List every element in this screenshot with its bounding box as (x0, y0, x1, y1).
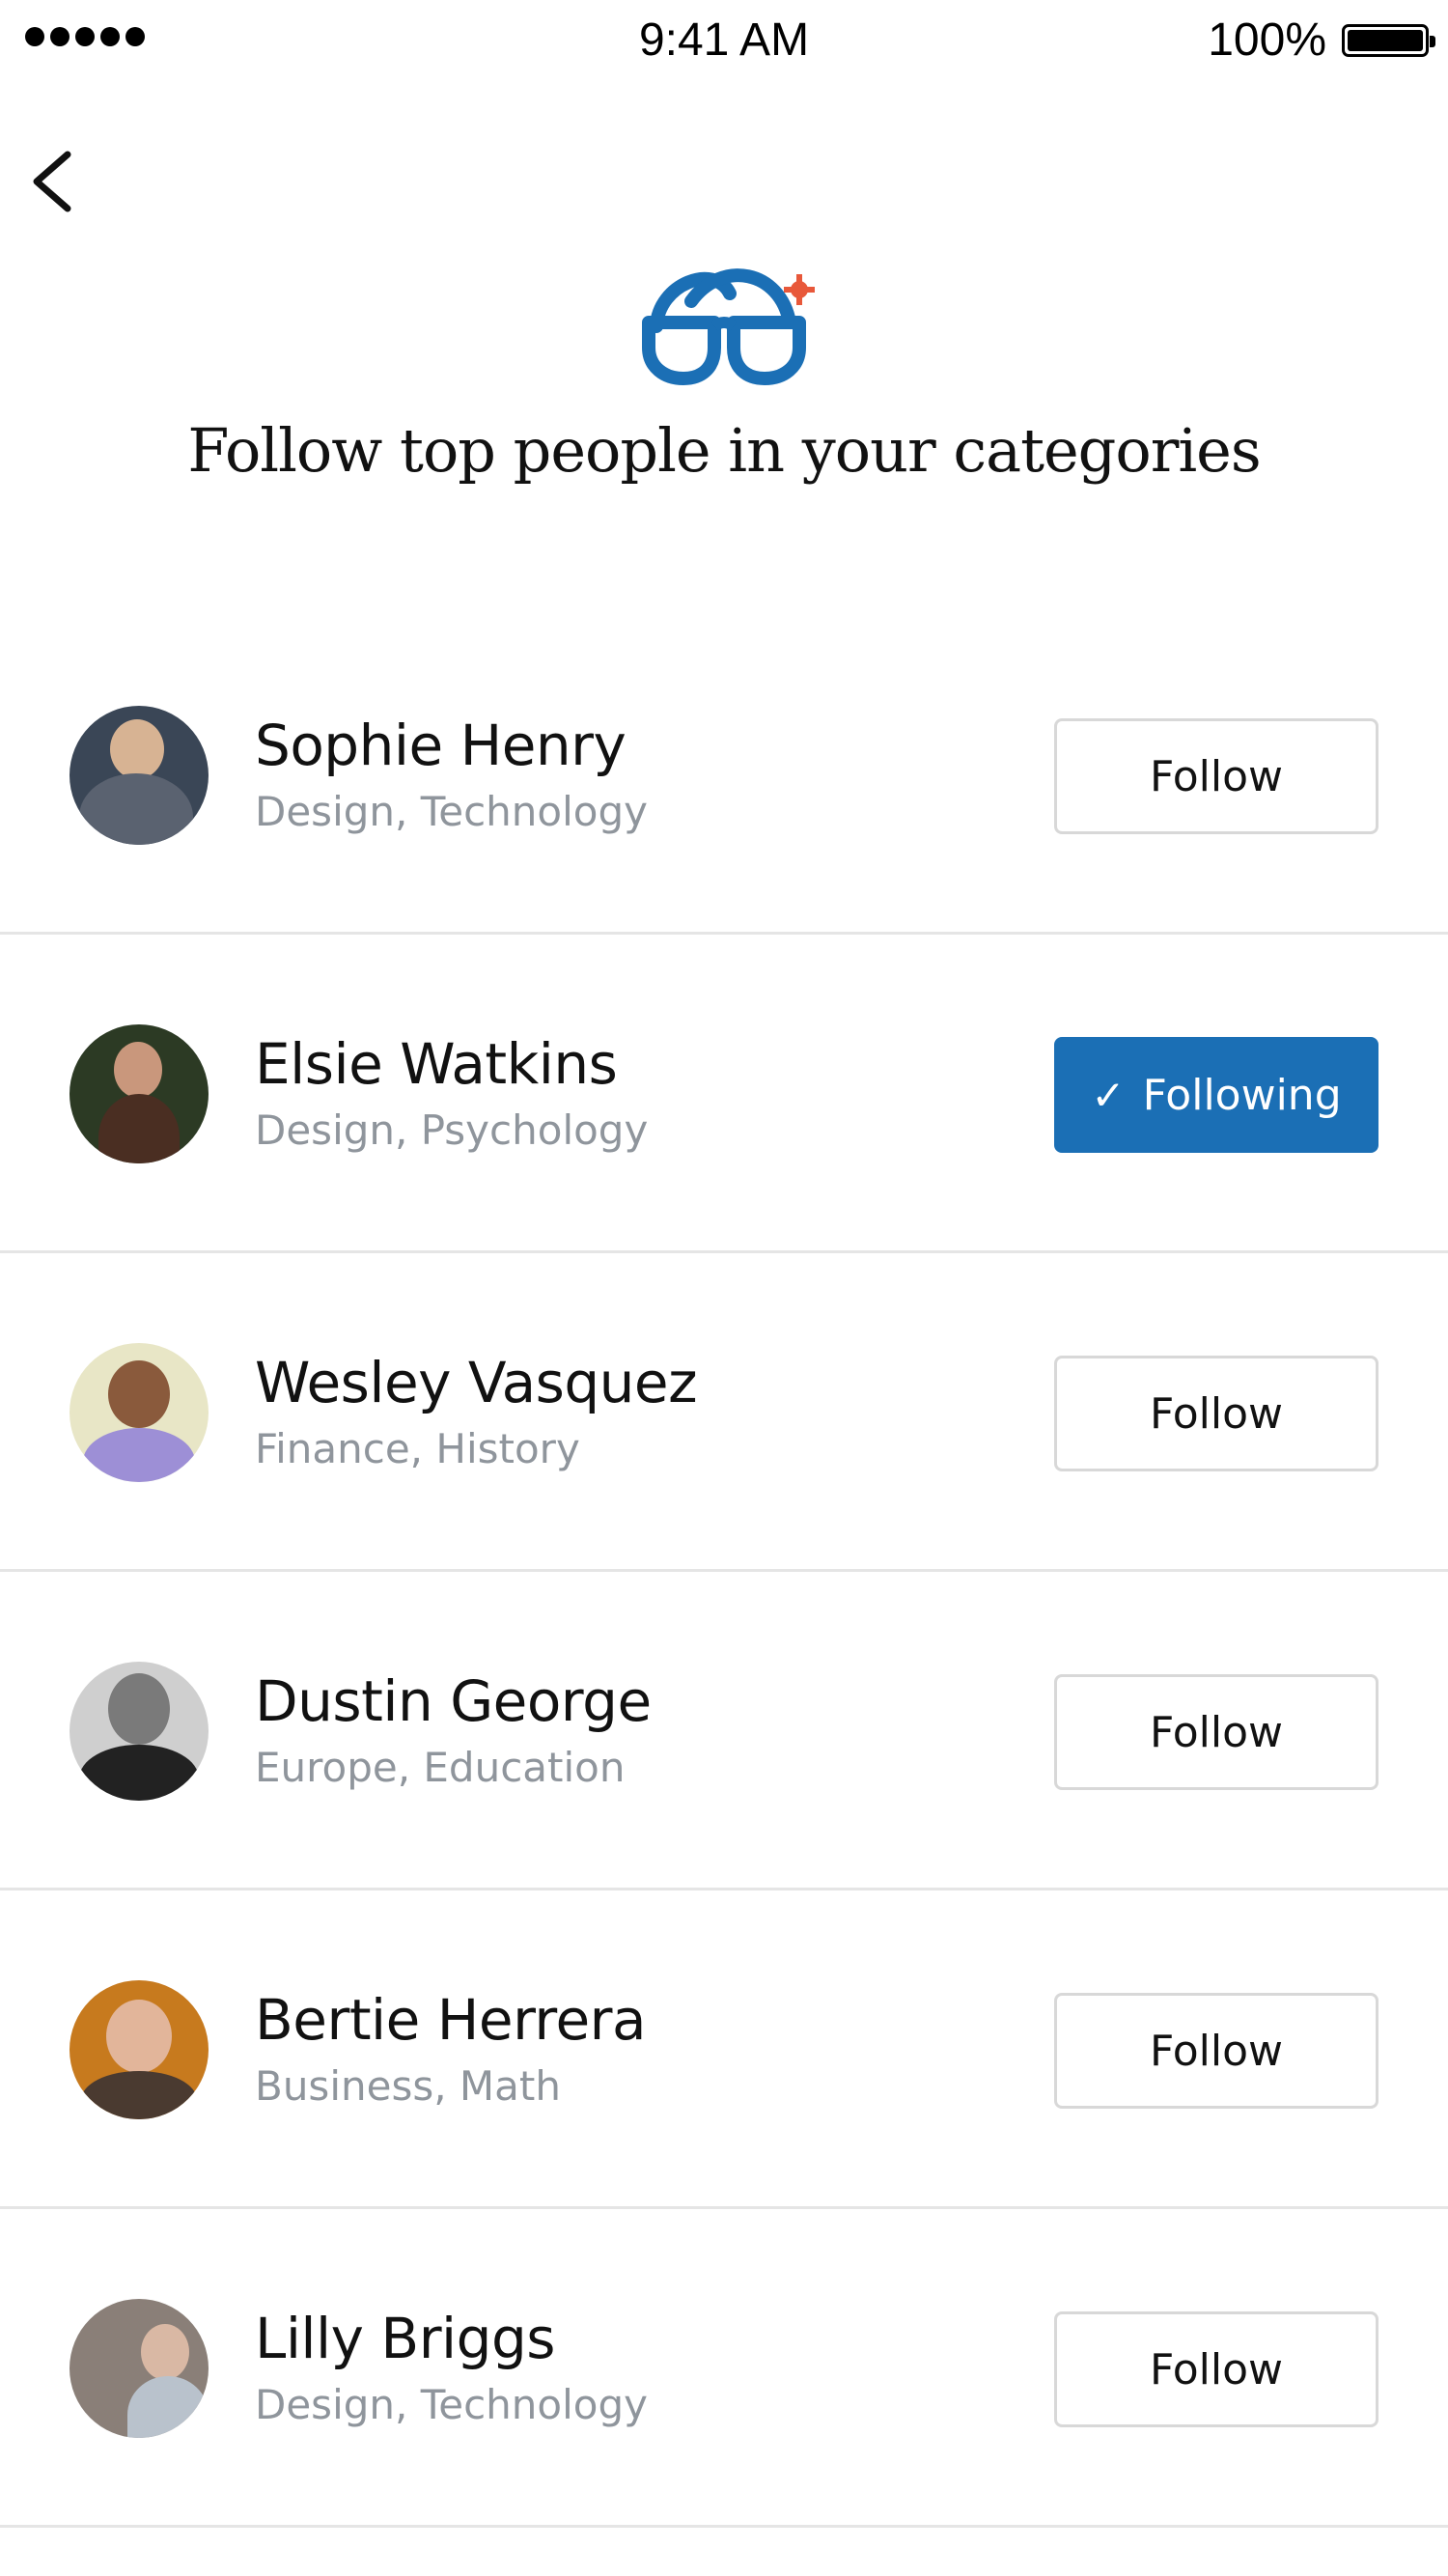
follow-button[interactable]: Follow (1054, 1674, 1378, 1790)
list-item: Dustin George Europe, Education Follow (0, 1572, 1448, 1890)
avatar (70, 706, 209, 845)
checkmark-icon: ✓ (1091, 1071, 1126, 1119)
list-item: Sophie Henry Design, Technology Follow (0, 616, 1448, 935)
follow-button[interactable]: Follow (1054, 718, 1378, 834)
list-item: Elsie Watkins Design, Psychology ✓ Follo… (0, 935, 1448, 1253)
following-button[interactable]: ✓ Following (1054, 1037, 1378, 1153)
avatar (70, 1024, 209, 1163)
battery-percent: 100% (1208, 14, 1326, 66)
follow-button-label: Follow (1149, 2026, 1283, 2076)
battery-status: 100% (1208, 14, 1435, 67)
avatar (70, 1980, 209, 2119)
person-categories: Design, Psychology (255, 1106, 649, 1154)
follow-button[interactable]: Follow (1054, 1993, 1378, 2109)
page-title: Follow top people in your categories (187, 415, 1261, 486)
follow-button[interactable]: Follow (1054, 2311, 1378, 2427)
person-categories: Design, Technology (255, 788, 648, 835)
person-name: Sophie Henry (255, 713, 627, 778)
person-name: Elsie Watkins (255, 1031, 618, 1097)
person-name: Lilly Briggs (255, 2306, 556, 2371)
person-categories: Finance, History (255, 1425, 580, 1472)
person-name: Bertie Herrera (255, 1987, 647, 2053)
list-item: Bertie Herrera Business, Math Follow (0, 1890, 1448, 2209)
follow-button[interactable]: Follow (1054, 1356, 1378, 1471)
follow-button-label: Follow (1149, 1707, 1283, 1757)
battery-icon (1342, 23, 1435, 57)
list-item: Lilly Briggs Design, Technology Follow (0, 2209, 1448, 2528)
chevron-left-icon (33, 151, 71, 212)
avatar (70, 2299, 209, 2438)
follow-button-label: Follow (1149, 1388, 1283, 1439)
glasses-icon (642, 268, 815, 385)
status-bar: 9:41 AM 100% (0, 0, 1448, 83)
follow-button-label: Follow (1149, 2344, 1283, 2394)
follow-button-label: Follow (1149, 751, 1283, 801)
following-button-label: Following (1142, 1070, 1342, 1120)
list-item: Wesley Vasquez Finance, History Follow (0, 1253, 1448, 1572)
avatar (70, 1662, 209, 1801)
person-categories: Design, Technology (255, 2381, 648, 2428)
person-categories: Europe, Education (255, 1744, 626, 1791)
person-name: Dustin George (255, 1668, 652, 1734)
person-name: Wesley Vasquez (255, 1350, 698, 1415)
person-categories: Business, Math (255, 2062, 561, 2110)
avatar (70, 1343, 209, 1482)
people-list: Sophie Henry Design, Technology Follow E… (0, 616, 1448, 2528)
back-button[interactable] (23, 145, 81, 218)
